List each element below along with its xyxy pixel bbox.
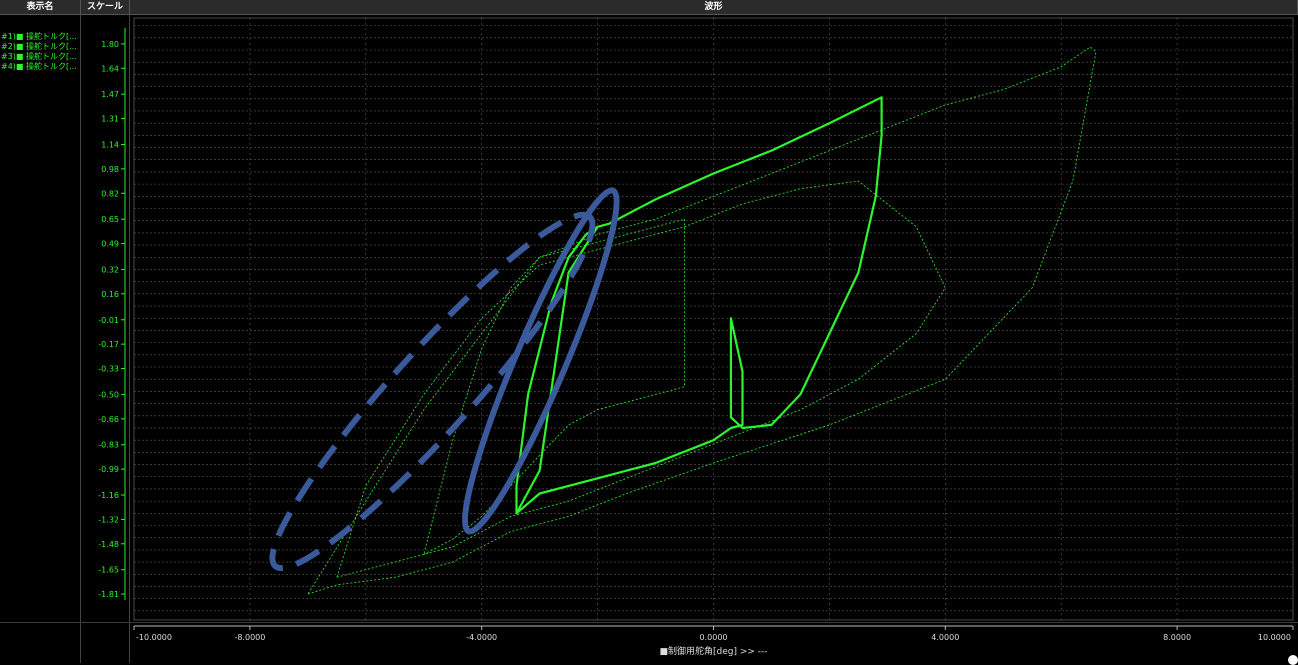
y-tick-label-10: 0.16 — [101, 290, 119, 299]
y-tick-label-22: -1.81 — [98, 590, 119, 599]
waveform-chart[interactable]: 1.80 1.64 1.47 1.31 1.14 0.98 0.82 0.65 0.49 0.32… — [0, 0, 1298, 663]
y-tick-label-3: 1.31 — [101, 115, 119, 124]
x-tick-label-4: 4.0000 — [931, 633, 959, 642]
series-line-2 — [307, 46, 1097, 595]
y-tick-label-18: -1.16 — [98, 491, 119, 500]
x-axis-label: ■制御用舵角[deg] >> --- — [659, 645, 767, 657]
x-tick-label-0: -10.0000 — [136, 633, 172, 642]
series-layer — [307, 46, 1097, 595]
y-tick-label-13: -0.33 — [98, 365, 119, 374]
x-tick-label-6: 10.0000 — [1258, 633, 1291, 642]
grid-layer — [133, 17, 1294, 621]
bottom-divider — [0, 622, 1298, 623]
y-tick-label-6: 0.82 — [101, 189, 119, 198]
y-tick-label-12: -0.17 — [98, 340, 119, 349]
x-tick-label-1: -8.0000 — [234, 633, 265, 642]
app-window: 表示名 スケール 波形 #1)■ 操舵トルク[... #2)■ 操舵トルク[..… — [0, 0, 1298, 665]
y-tick-label-8: 0.49 — [101, 240, 119, 249]
y-tick-label-14: -0.50 — [98, 390, 119, 399]
y-tick-label-19: -1.32 — [98, 515, 119, 524]
y-tick-label-9: 0.32 — [101, 265, 119, 274]
scroll-indicator-icon[interactable] — [1288, 655, 1298, 665]
y-tick-label-1: 1.64 — [101, 64, 119, 73]
y-tick-label-16: -0.83 — [98, 441, 119, 450]
y-tick-label-11: -0.01 — [98, 316, 119, 325]
x-tick-label-2: -4.0000 — [466, 633, 497, 642]
y-tick-label-0: 1.80 — [101, 40, 119, 49]
y-tick-label-5: 0.98 — [101, 165, 119, 174]
y-tick-label-21: -1.65 — [98, 566, 119, 575]
y-tick-label-4: 1.14 — [101, 140, 119, 149]
y-tick-label-15: -0.66 — [98, 415, 119, 424]
x-tick-label-3: 0.0000 — [700, 633, 728, 642]
y-tick-label-2: 1.47 — [101, 90, 119, 99]
y-tick-label-20: -1.48 — [98, 540, 119, 549]
x-tick-label-5: 8.0000 — [1163, 633, 1191, 642]
y-tick-label-17: -0.99 — [98, 465, 119, 474]
y-tick-label-7: 0.65 — [101, 215, 119, 224]
